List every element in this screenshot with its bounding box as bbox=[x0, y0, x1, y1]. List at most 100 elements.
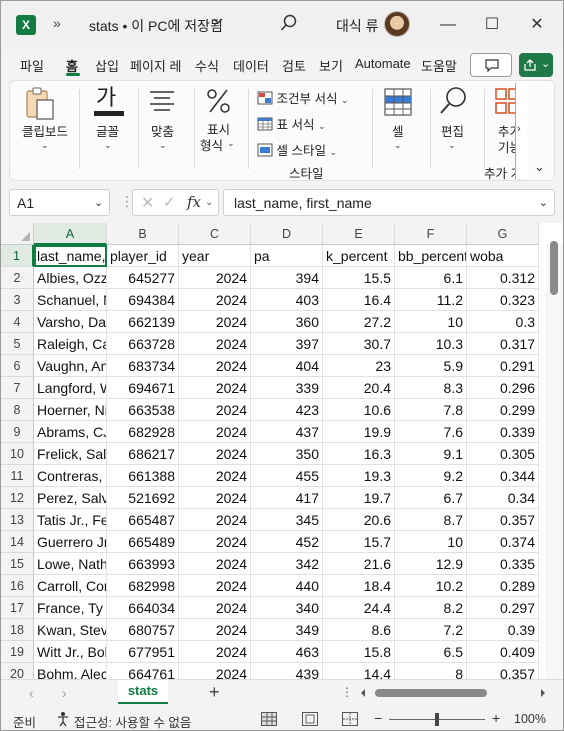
table-cell[interactable]: 19.3 bbox=[323, 465, 395, 487]
table-cell[interactable]: 30.7 bbox=[323, 333, 395, 355]
table-cell[interactable]: 0.3 bbox=[467, 311, 539, 333]
add-sheet-button[interactable]: + bbox=[209, 682, 220, 703]
table-cell[interactable]: 6.7 bbox=[395, 487, 467, 509]
title-chevron-down-icon[interactable] bbox=[212, 15, 224, 30]
table-cell[interactable]: 0.335 bbox=[467, 553, 539, 575]
table-cell[interactable]: 8.6 bbox=[323, 619, 395, 641]
share-button[interactable]: ⌄ bbox=[519, 53, 553, 77]
table-cell[interactable]: Vaughn, Andrew bbox=[34, 355, 107, 377]
row-header[interactable]: 18 bbox=[1, 619, 34, 641]
document-title[interactable]: stats • 이 PC에 저장됨 bbox=[89, 16, 223, 36]
table-cell[interactable]: Varsho, Daulton bbox=[34, 311, 107, 333]
font-group[interactable]: 가 bbox=[93, 85, 125, 124]
table-cell[interactable]: Raleigh, Cal bbox=[34, 333, 107, 355]
row-header[interactable]: 14 bbox=[1, 531, 34, 553]
table-cell[interactable]: Schanuel, Nolan bbox=[34, 289, 107, 311]
table-cell[interactable]: 2024 bbox=[179, 377, 251, 399]
table-cell[interactable]: 360 bbox=[251, 311, 323, 333]
table-cell[interactable]: 0.291 bbox=[467, 355, 539, 377]
header-cell[interactable]: woba bbox=[467, 245, 539, 267]
font-chevron-icon[interactable]: ⌄ bbox=[104, 137, 112, 151]
table-cell[interactable]: 345 bbox=[251, 509, 323, 531]
table-cell[interactable]: 0.34 bbox=[467, 487, 539, 509]
conditional-format-button[interactable]: 조건부 서식 ⌄ bbox=[257, 88, 349, 107]
table-cell[interactable]: 521692 bbox=[107, 487, 179, 509]
table-cell[interactable]: 10 bbox=[395, 531, 467, 553]
avatar[interactable] bbox=[384, 11, 410, 37]
table-cell[interactable]: 2024 bbox=[179, 355, 251, 377]
table-cell[interactable]: 662139 bbox=[107, 311, 179, 333]
table-cell[interactable]: 2024 bbox=[179, 421, 251, 443]
header-cell[interactable]: player_id bbox=[107, 245, 179, 267]
table-cell[interactable]: 0.409 bbox=[467, 641, 539, 663]
editing-group[interactable] bbox=[438, 85, 470, 122]
table-cell[interactable]: 27.2 bbox=[323, 311, 395, 333]
table-cell[interactable]: 2024 bbox=[179, 267, 251, 289]
row-header[interactable]: 15 bbox=[1, 553, 34, 575]
table-cell[interactable]: 10.3 bbox=[395, 333, 467, 355]
table-cell[interactable]: 0.299 bbox=[467, 399, 539, 421]
table-cell[interactable]: 2024 bbox=[179, 619, 251, 641]
table-cell[interactable]: 440 bbox=[251, 575, 323, 597]
table-cell[interactable]: 23 bbox=[323, 355, 395, 377]
normal-view-icon[interactable] bbox=[261, 712, 277, 726]
table-cell[interactable]: 2024 bbox=[179, 597, 251, 619]
tab-data[interactable]: 데이터 bbox=[233, 56, 269, 75]
table-cell[interactable]: 404 bbox=[251, 355, 323, 377]
table-cell[interactable]: 10.6 bbox=[323, 399, 395, 421]
enter-entry-icon[interactable]: ✓ bbox=[163, 193, 176, 211]
table-cell[interactable]: 663993 bbox=[107, 553, 179, 575]
table-cell[interactable]: 6.5 bbox=[395, 641, 467, 663]
table-cell[interactable]: 0.296 bbox=[467, 377, 539, 399]
table-cell[interactable]: 2024 bbox=[179, 509, 251, 531]
format-as-table-button[interactable]: 표 서식 ⌄ bbox=[257, 114, 326, 133]
table-cell[interactable]: 403 bbox=[251, 289, 323, 311]
row-header[interactable]: 1 bbox=[1, 245, 34, 267]
table-cell[interactable]: 682928 bbox=[107, 421, 179, 443]
insert-function-button[interactable]: fx bbox=[187, 193, 201, 211]
table-cell[interactable]: 19.7 bbox=[323, 487, 395, 509]
header-cell[interactable]: pa bbox=[251, 245, 323, 267]
table-cell[interactable]: 664034 bbox=[107, 597, 179, 619]
table-cell[interactable]: 12.9 bbox=[395, 553, 467, 575]
table-cell[interactable]: 664761 bbox=[107, 663, 179, 679]
table-cell[interactable]: Tatis Jr., Fernando bbox=[34, 509, 107, 531]
table-cell[interactable]: 2024 bbox=[179, 333, 251, 355]
table-cell[interactable]: 0.39 bbox=[467, 619, 539, 641]
tab-formulas[interactable]: 수식 bbox=[195, 56, 219, 75]
number-format-group[interactable] bbox=[205, 87, 233, 120]
table-cell[interactable]: 2024 bbox=[179, 399, 251, 421]
row-header[interactable]: 19 bbox=[1, 641, 34, 663]
number-format-chevron-icon[interactable]: ⌄ bbox=[227, 135, 235, 149]
tab-automate[interactable]: Automate bbox=[355, 56, 411, 71]
row-header[interactable]: 9 bbox=[1, 421, 34, 443]
table-cell[interactable]: 2024 bbox=[179, 531, 251, 553]
spreadsheet-grid[interactable]: ABCDEFG 1last_name, first_nameplayer_idye… bbox=[1, 223, 563, 679]
table-cell[interactable]: 9.1 bbox=[395, 443, 467, 465]
zoom-slider-thumb[interactable] bbox=[435, 713, 439, 726]
table-cell[interactable]: 0.289 bbox=[467, 575, 539, 597]
vertical-scrollbar[interactable] bbox=[546, 245, 563, 679]
table-cell[interactable]: 394 bbox=[251, 267, 323, 289]
table-cell[interactable]: 452 bbox=[251, 531, 323, 553]
table-cell[interactable]: Albies, Ozzie bbox=[34, 267, 107, 289]
sheet-tab-stats[interactable]: stats bbox=[118, 680, 168, 704]
cancel-entry-icon[interactable]: ✕ bbox=[141, 193, 154, 213]
table-cell[interactable]: 342 bbox=[251, 553, 323, 575]
table-cell[interactable]: Frelick, Sal bbox=[34, 443, 107, 465]
select-all-button[interactable] bbox=[1, 223, 34, 245]
table-cell[interactable]: 2024 bbox=[179, 465, 251, 487]
expand-formula-chevron-icon[interactable]: ⌄ bbox=[539, 196, 548, 209]
table-cell[interactable]: 663728 bbox=[107, 333, 179, 355]
table-cell[interactable]: 423 bbox=[251, 399, 323, 421]
tab-page-layout[interactable]: 페이지 레 bbox=[130, 56, 181, 75]
table-cell[interactable]: 2024 bbox=[179, 553, 251, 575]
zoom-in-button[interactable]: + bbox=[492, 710, 500, 726]
tab-help[interactable]: 도움말 bbox=[421, 56, 457, 75]
accessibility-status[interactable]: 접근성: 사용할 수 없음 bbox=[74, 712, 191, 730]
table-cell[interactable]: 437 bbox=[251, 421, 323, 443]
alignment-group[interactable] bbox=[148, 89, 176, 118]
comments-button[interactable] bbox=[470, 53, 512, 77]
table-cell[interactable]: 350 bbox=[251, 443, 323, 465]
table-cell[interactable]: 663538 bbox=[107, 399, 179, 421]
